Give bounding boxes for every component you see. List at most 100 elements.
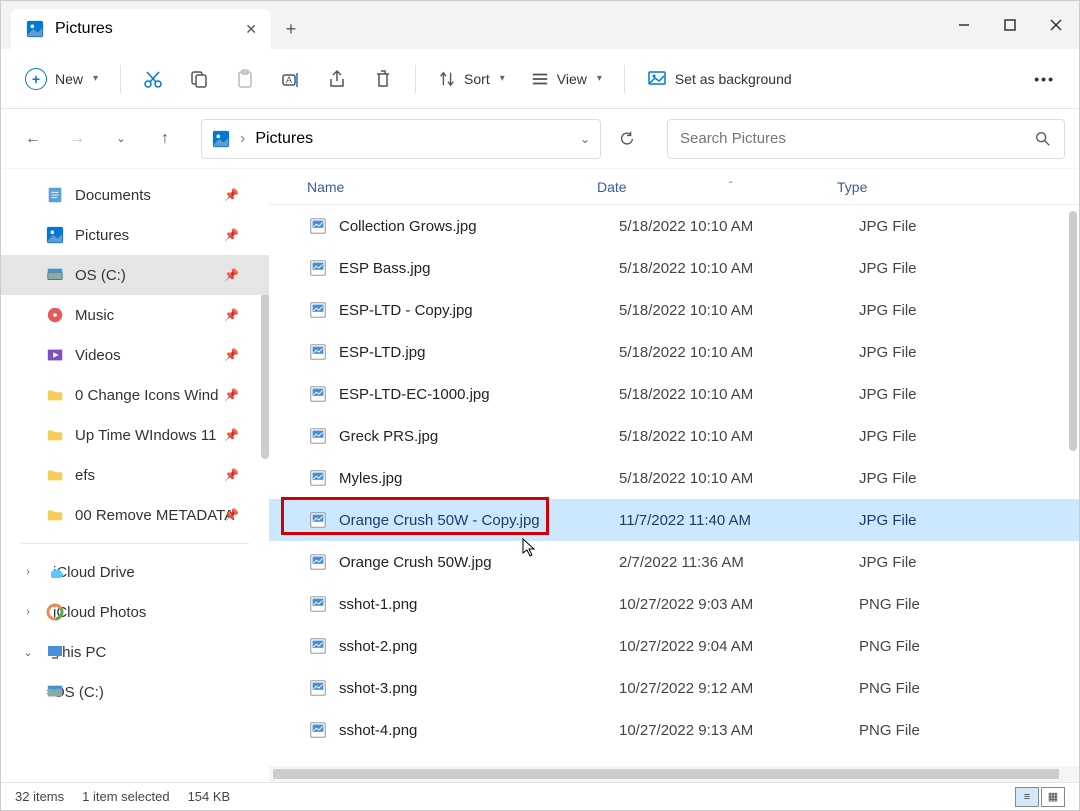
view-button[interactable]: View▾ — [521, 61, 612, 97]
more-button[interactable]: ••• — [1024, 61, 1065, 97]
sidebar-item-this-pc[interactable]: ⌄This PC — [1, 632, 269, 672]
sidebar-item-icloud-photos[interactable]: ›iCloud Photos — [1, 592, 269, 632]
breadcrumb-location[interactable]: Pictures — [255, 130, 313, 148]
sidebar-item-0-change-icons-wind[interactable]: 0 Change Icons Wind📌 — [1, 375, 269, 415]
sidebar-item-pictures[interactable]: Pictures📌 — [1, 215, 269, 255]
sort-label: Sort — [464, 71, 490, 87]
file-row[interactable]: ESP Bass.jpg5/18/2022 10:10 AMJPG File — [269, 247, 1079, 289]
file-row[interactable]: Orange Crush 50W.jpg2/7/2022 11:36 AMJPG… — [269, 541, 1079, 583]
file-date: 5/18/2022 10:10 AM — [619, 302, 859, 319]
scissors-icon — [143, 69, 163, 89]
sidebar-item-os-c-[interactable]: ›OS (C:) — [1, 672, 269, 712]
sidebar-item-00-remove-metadata[interactable]: 00 Remove METADATA📌 — [1, 495, 269, 535]
sidebar-item-documents[interactable]: Documents📌 — [1, 175, 269, 215]
address-dropdown[interactable]: ⌄ — [580, 132, 590, 146]
search-box[interactable] — [667, 119, 1065, 159]
new-button[interactable]: + New ▾ — [15, 61, 108, 97]
forward-button[interactable]: → — [59, 121, 95, 157]
file-row[interactable]: Orange Crush 50W - Copy.jpg11/7/2022 11:… — [269, 499, 1079, 541]
tab-close-icon[interactable]: ✕ — [245, 21, 257, 38]
file-date: 10/27/2022 9:04 AM — [619, 638, 859, 655]
sidebar-item-up-time-windows-11[interactable]: Up Time WIndows 11📌 — [1, 415, 269, 455]
up-button[interactable]: ↑ — [147, 121, 183, 157]
vertical-scrollbar[interactable] — [1069, 211, 1077, 451]
cut-button[interactable] — [133, 61, 173, 97]
file-row[interactable]: Collection Grows.jpg5/18/2022 10:10 AMJP… — [269, 205, 1079, 247]
horizontal-scrollbar[interactable] — [269, 766, 1079, 782]
status-bar: 32 items 1 item selected 154 KB ≡ ▦ — [1, 782, 1079, 810]
separator — [120, 65, 121, 93]
address-bar[interactable]: › Pictures ⌄ — [201, 119, 601, 159]
separator — [624, 65, 625, 93]
file-icon — [307, 677, 329, 699]
file-icon — [307, 551, 329, 573]
file-row[interactable]: ESP-LTD.jpg5/18/2022 10:10 AMJPG File — [269, 331, 1079, 373]
expand-icon[interactable]: › — [21, 606, 35, 618]
col-date[interactable]: Date — [597, 179, 837, 195]
sidebar-separator — [21, 543, 249, 544]
sidebar-label: Pictures — [75, 227, 129, 244]
sidebar-icon — [45, 682, 65, 702]
sidebar: Documents📌Pictures📌OS (C:)📌Music📌Videos📌… — [1, 169, 269, 782]
view-icon — [531, 70, 549, 88]
file-row[interactable]: sshot-3.png10/27/2022 9:12 AMPNG File — [269, 667, 1079, 709]
close-window-button[interactable] — [1033, 1, 1079, 49]
file-date: 10/27/2022 9:03 AM — [619, 596, 859, 613]
sidebar-label: 00 Remove METADATA — [75, 507, 234, 524]
refresh-button[interactable] — [609, 130, 645, 148]
sort-icon — [438, 70, 456, 88]
col-type[interactable]: Type — [837, 179, 1079, 195]
delete-button[interactable] — [363, 61, 403, 97]
search-input[interactable] — [680, 130, 1034, 147]
col-name[interactable]: Name — [307, 179, 597, 195]
file-icon — [307, 467, 329, 489]
sidebar-item-music[interactable]: Music📌 — [1, 295, 269, 335]
file-row[interactable]: ESP-LTD-EC-1000.jpg5/18/2022 10:10 AMJPG… — [269, 373, 1079, 415]
file-row[interactable]: sshot-2.png10/27/2022 9:04 AMPNG File — [269, 625, 1079, 667]
sort-button[interactable]: Sort▾ — [428, 61, 515, 97]
maximize-button[interactable] — [987, 1, 1033, 49]
search-icon[interactable] — [1034, 130, 1052, 148]
share-button[interactable] — [317, 61, 357, 97]
file-date: 5/18/2022 10:10 AM — [619, 344, 859, 361]
rename-button[interactable]: A — [271, 61, 311, 97]
sidebar-item-os-c-[interactable]: OS (C:)📌 — [1, 255, 269, 295]
file-row[interactable]: Myles.jpg5/18/2022 10:10 AMJPG File — [269, 457, 1079, 499]
sidebar-label: efs — [75, 467, 95, 484]
file-name: Orange Crush 50W - Copy.jpg — [339, 512, 619, 529]
status-count: 32 items — [15, 789, 64, 804]
sidebar-label: Videos — [75, 347, 121, 364]
thumbnails-view-button[interactable]: ▦ — [1041, 787, 1065, 807]
expand-icon[interactable]: ⌄ — [21, 646, 35, 659]
file-date: 5/18/2022 10:10 AM — [619, 260, 859, 277]
paste-button[interactable] — [225, 61, 265, 97]
tab-pictures[interactable]: Pictures ✕ — [11, 9, 271, 49]
file-row[interactable]: sshot-1.png10/27/2022 9:03 AMPNG File — [269, 583, 1079, 625]
file-type: JPG File — [859, 260, 1079, 277]
file-name: ESP Bass.jpg — [339, 260, 619, 277]
sidebar-item-efs[interactable]: efs📌 — [1, 455, 269, 495]
status-selection: 1 item selected — [82, 789, 169, 804]
sidebar-item-videos[interactable]: Videos📌 — [1, 335, 269, 375]
sidebar-icon — [45, 465, 65, 485]
minimize-button[interactable] — [941, 1, 987, 49]
new-tab-button[interactable]: + — [271, 9, 311, 49]
copy-button[interactable] — [179, 61, 219, 97]
details-view-button[interactable]: ≡ — [1015, 787, 1039, 807]
file-icon — [307, 593, 329, 615]
breadcrumb-sep: › — [240, 130, 245, 148]
sidebar-item-icloud-drive[interactable]: ›iCloud Drive — [1, 552, 269, 592]
file-row[interactable]: sshot-4.png10/27/2022 9:13 AMPNG File — [269, 709, 1079, 751]
file-row[interactable]: ESP-LTD - Copy.jpg5/18/2022 10:10 AMJPG … — [269, 289, 1079, 331]
expand-icon[interactable]: › — [21, 566, 35, 578]
file-row[interactable]: Greck PRS.jpg5/18/2022 10:10 AMJPG File — [269, 415, 1079, 457]
back-button[interactable]: ← — [15, 121, 51, 157]
recent-button[interactable]: ⌄ — [103, 121, 139, 157]
chevron-down-icon: ▾ — [93, 73, 98, 84]
file-type: JPG File — [859, 302, 1079, 319]
file-list[interactable]: Collection Grows.jpg5/18/2022 10:10 AMJP… — [269, 205, 1079, 766]
file-type: PNG File — [859, 680, 1079, 697]
sidebar-icon — [45, 185, 65, 205]
sidebar-label: Up Time WIndows 11 — [75, 427, 216, 444]
set-background-button[interactable]: Set as background — [637, 61, 802, 97]
